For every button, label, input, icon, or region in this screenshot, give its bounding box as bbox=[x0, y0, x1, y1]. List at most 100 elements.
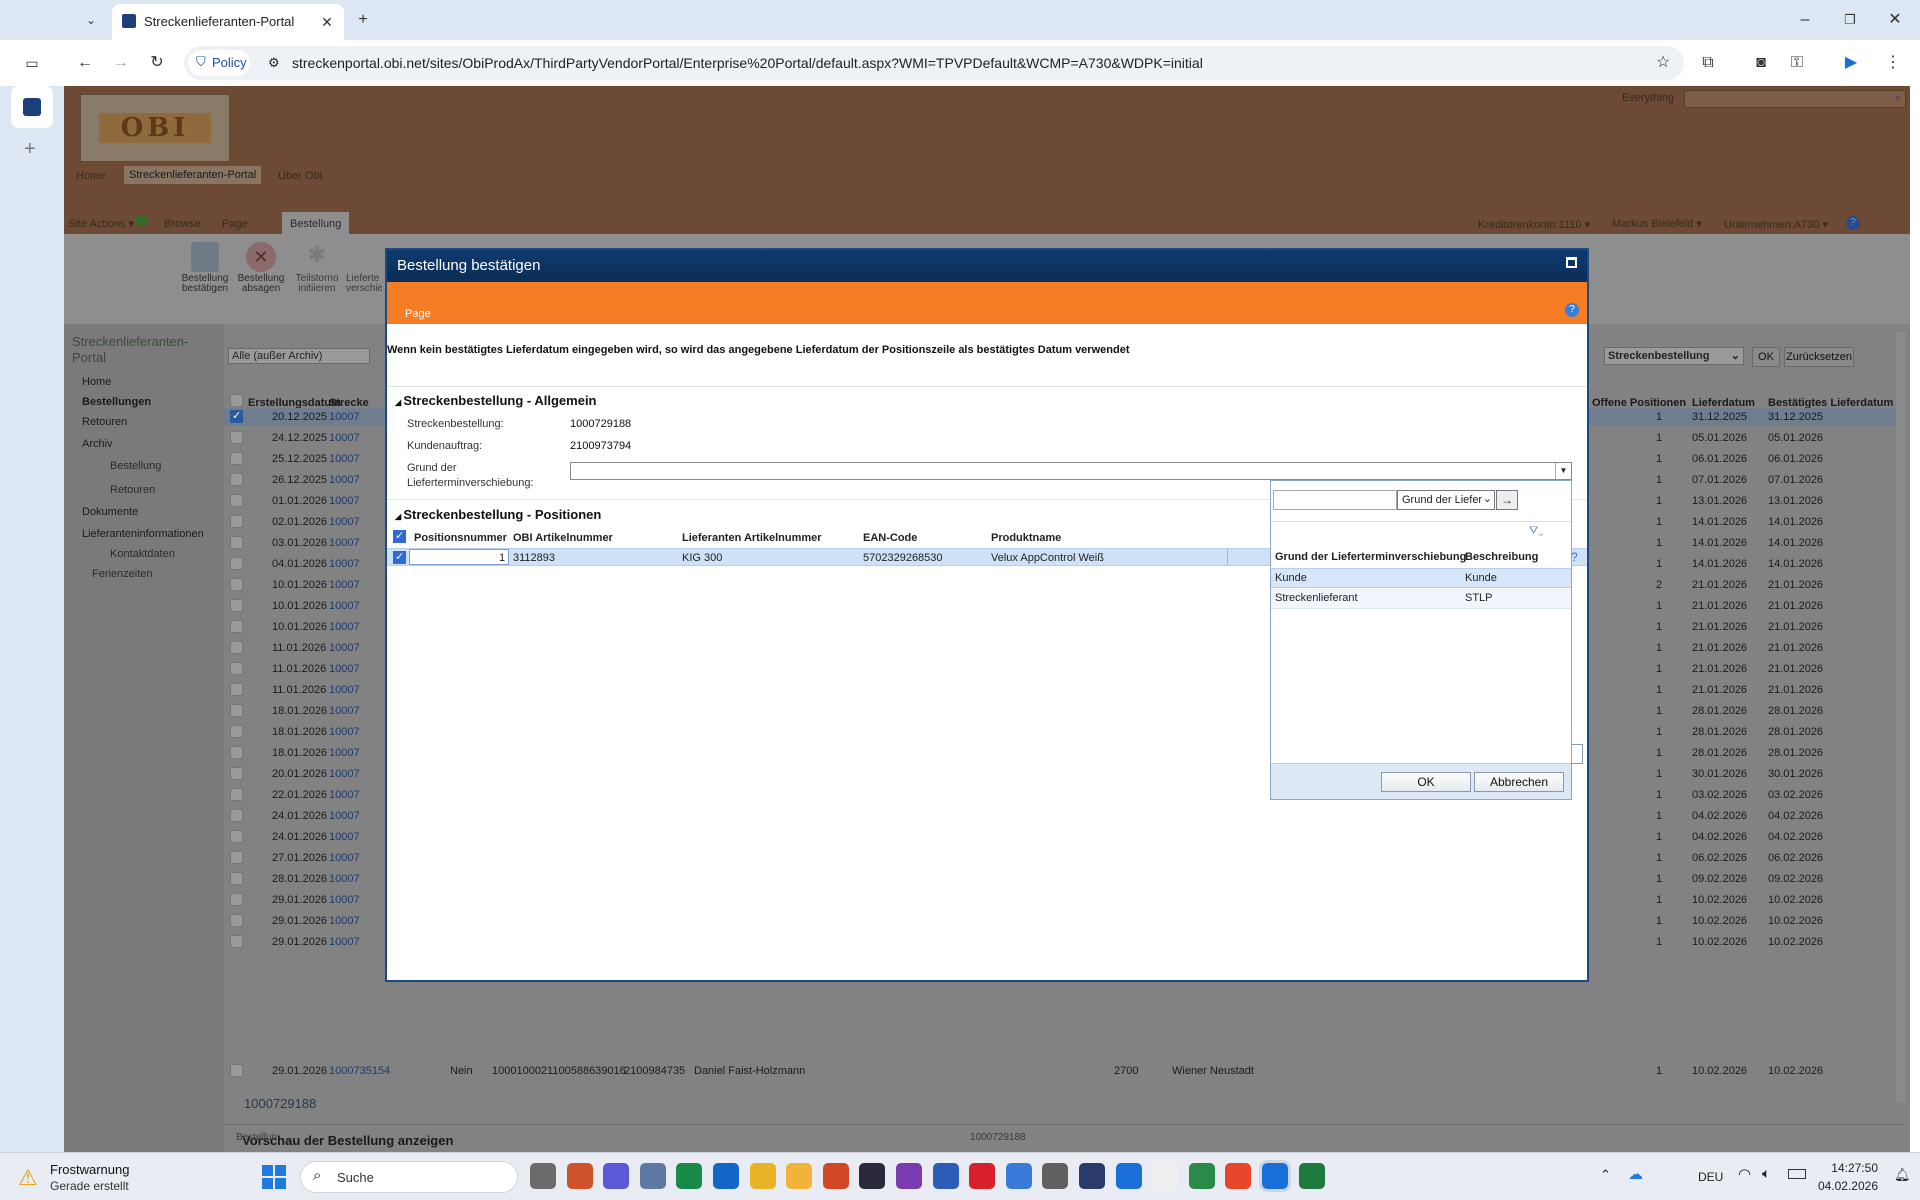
cell-order-link[interactable]: 10007 bbox=[329, 558, 360, 570]
password-key-icon[interactable]: ⚿ bbox=[1788, 54, 1806, 72]
teams-icon[interactable] bbox=[603, 1163, 630, 1189]
section-general-header[interactable]: ◢ Streckenbestellung - Allgemein bbox=[395, 393, 597, 408]
cell-order-link[interactable]: 10007 bbox=[329, 873, 360, 885]
cancel-order-ribbon-button[interactable]: ✕ Bestellung absagen bbox=[236, 242, 286, 294]
col-obi-artikelnummer[interactable]: OBI Artikelnummer bbox=[513, 532, 613, 544]
cell-order-link[interactable]: 10007 bbox=[329, 516, 360, 528]
cell-order-link[interactable]: 10007 bbox=[329, 831, 360, 843]
row-checkbox[interactable] bbox=[230, 431, 243, 444]
bookmark-star-icon[interactable]: ☆ bbox=[1656, 52, 1670, 72]
nav-about[interactable]: Über Obi bbox=[278, 170, 322, 182]
row-checkbox[interactable] bbox=[230, 830, 243, 843]
close-window-icon[interactable]: ✕ bbox=[1886, 11, 1904, 29]
tools-icon[interactable] bbox=[566, 1163, 593, 1189]
menu-icon[interactable]: ⋮ bbox=[1884, 54, 1902, 72]
close-tab-icon[interactable]: ✕ bbox=[318, 13, 336, 31]
site-search-input[interactable]: ⌕ bbox=[1684, 90, 1906, 108]
positions-select-all-checkbox[interactable] bbox=[393, 529, 406, 543]
terminal-icon[interactable] bbox=[859, 1163, 886, 1189]
word-icon[interactable] bbox=[932, 1163, 959, 1189]
extensions-icon[interactable]: ⧉ bbox=[1699, 54, 1717, 72]
col-lieferanten-artikelnummer[interactable]: Lieferanten Artikelnummer bbox=[682, 532, 822, 544]
nav-portal[interactable]: Streckenlieferanten-Portal bbox=[124, 166, 262, 184]
cell-order-link[interactable]: 10007 bbox=[329, 705, 360, 717]
lookup-row[interactable]: Kunde Kunde bbox=[1271, 568, 1571, 588]
row-info-icon[interactable]: ? bbox=[1571, 550, 1578, 564]
col-ean-code[interactable]: EAN-Code bbox=[863, 532, 917, 544]
row-checkbox[interactable] bbox=[230, 557, 243, 570]
row-checkbox[interactable] bbox=[230, 683, 243, 696]
volume-icon[interactable]: 🔈︎ bbox=[1762, 1165, 1770, 1182]
row-checkbox[interactable] bbox=[230, 809, 243, 822]
row-checkbox[interactable] bbox=[230, 704, 243, 717]
clock-time[interactable]: 14:27:50 bbox=[1830, 1161, 1878, 1175]
leftnav-home[interactable]: Home bbox=[82, 376, 111, 388]
cell-order-link[interactable]: 10007 bbox=[329, 411, 360, 423]
cell-order-link[interactable]: 10007 bbox=[329, 663, 360, 675]
excel-icon[interactable] bbox=[1298, 1163, 1325, 1189]
ribbon-tab-page[interactable]: Page bbox=[222, 218, 248, 230]
view-select[interactable]: Streckenbestellung ⌄ bbox=[1604, 347, 1744, 365]
cell-order-link[interactable]: 10007 bbox=[329, 852, 360, 864]
row-checkbox[interactable] bbox=[230, 494, 243, 507]
leftnav-archiv[interactable]: Archiv bbox=[82, 438, 113, 450]
row-checkbox[interactable] bbox=[230, 914, 243, 927]
notepad-icon[interactable] bbox=[1152, 1163, 1179, 1189]
row-checkbox[interactable] bbox=[230, 872, 243, 885]
notepad-plus-icon[interactable] bbox=[1188, 1163, 1215, 1189]
wifi-icon[interactable]: ◠ bbox=[1738, 1165, 1751, 1183]
address-bar[interactable]: ⛉ Policy ⚙ streckenportal.obi.net/sites/O… bbox=[184, 46, 1684, 80]
file-explorer-icon[interactable] bbox=[530, 1163, 556, 1189]
row-checkbox[interactable] bbox=[230, 935, 243, 948]
leftnav-bestellungen[interactable]: Bestellungen bbox=[82, 396, 151, 408]
row-checkbox[interactable] bbox=[230, 1064, 243, 1077]
vscode-icon[interactable] bbox=[1005, 1163, 1032, 1189]
row-checkbox[interactable] bbox=[230, 409, 243, 423]
row-checkbox[interactable] bbox=[230, 788, 243, 801]
lookup-go-button[interactable]: → bbox=[1496, 490, 1518, 510]
cell-order-link[interactable]: 10007 bbox=[329, 768, 360, 780]
row-checkbox[interactable] bbox=[230, 578, 243, 591]
forward-icon[interactable]: → bbox=[112, 54, 130, 72]
row-checkbox[interactable] bbox=[230, 641, 243, 654]
cell-order-link[interactable]: 10007 bbox=[329, 642, 360, 654]
select-all-checkbox[interactable] bbox=[230, 394, 243, 407]
cell-order-link[interactable]: 10007 bbox=[329, 684, 360, 696]
taskbar-search[interactable]: ⌕ Suche bbox=[300, 1161, 518, 1193]
notification-bell-icon[interactable]: 🔔︎ bbox=[1894, 1167, 1911, 1183]
confirm-order-ribbon-button[interactable]: Bestellung bestätigen bbox=[180, 242, 230, 294]
reschedule-ribbon-button[interactable]: Lieferte verschie bbox=[346, 242, 382, 294]
clock-date[interactable]: 04.02.2026 bbox=[1816, 1179, 1878, 1193]
lookup-dropdown-icon[interactable]: ▼ bbox=[1555, 463, 1571, 479]
add-workspace-icon[interactable]: + bbox=[24, 138, 36, 161]
reason-lookup-input[interactable]: ▼ bbox=[570, 462, 1572, 480]
leftnav-retouren[interactable]: Retouren bbox=[82, 416, 127, 428]
leftnav-lieferanteninfo[interactable]: Lieferanteninformationen bbox=[82, 528, 204, 540]
lookup-ok-button[interactable]: OK bbox=[1381, 772, 1471, 792]
row-checkbox[interactable] bbox=[230, 851, 243, 864]
cell-order-link[interactable]: 10007 bbox=[329, 579, 360, 591]
leftnav-title[interactable]: Streckenlieferanten-Portal bbox=[72, 334, 188, 366]
lookup-filter-select[interactable]: Grund der Liefer ⌄ bbox=[1397, 490, 1495, 510]
battery-icon[interactable] bbox=[1788, 1169, 1806, 1179]
keyboard-language[interactable]: DEU bbox=[1698, 1170, 1723, 1184]
dialog-help-icon[interactable]: ? bbox=[1565, 303, 1579, 317]
cell-order-link[interactable]: 10007 bbox=[329, 894, 360, 906]
leftnav-archiv-retouren[interactable]: Retouren bbox=[110, 484, 155, 496]
help-icon[interactable]: ? bbox=[1846, 216, 1860, 230]
cell-order-link[interactable]: 10007 bbox=[329, 495, 360, 507]
company-menu[interactable]: Unternehmen:A730 ▾ bbox=[1724, 218, 1828, 231]
workspace-app-icon[interactable] bbox=[11, 86, 53, 128]
cell-order-link[interactable]: 10007 bbox=[329, 747, 360, 759]
ribbon-tab-bestellung[interactable]: Bestellung bbox=[282, 212, 350, 234]
sidebar-toggle-icon[interactable]: ▭ bbox=[23, 54, 41, 72]
site-info-icon[interactable]: ⚙ bbox=[268, 55, 280, 71]
lookup-filter-input[interactable] bbox=[1273, 490, 1397, 510]
outlook-icon[interactable] bbox=[713, 1163, 739, 1189]
cell-order-link[interactable]: 10007 bbox=[329, 600, 360, 612]
page-scrollbar[interactable] bbox=[1896, 332, 1906, 1102]
cell-order-link[interactable]: 1000735154 bbox=[329, 1065, 390, 1077]
user-menu[interactable]: Markus Bielefeld ▾ bbox=[1612, 217, 1702, 230]
col-produktname[interactable]: Produktname bbox=[991, 532, 1061, 544]
lookup-col-reason[interactable]: Grund der Lieferterminverschiebung bbox=[1275, 551, 1466, 563]
